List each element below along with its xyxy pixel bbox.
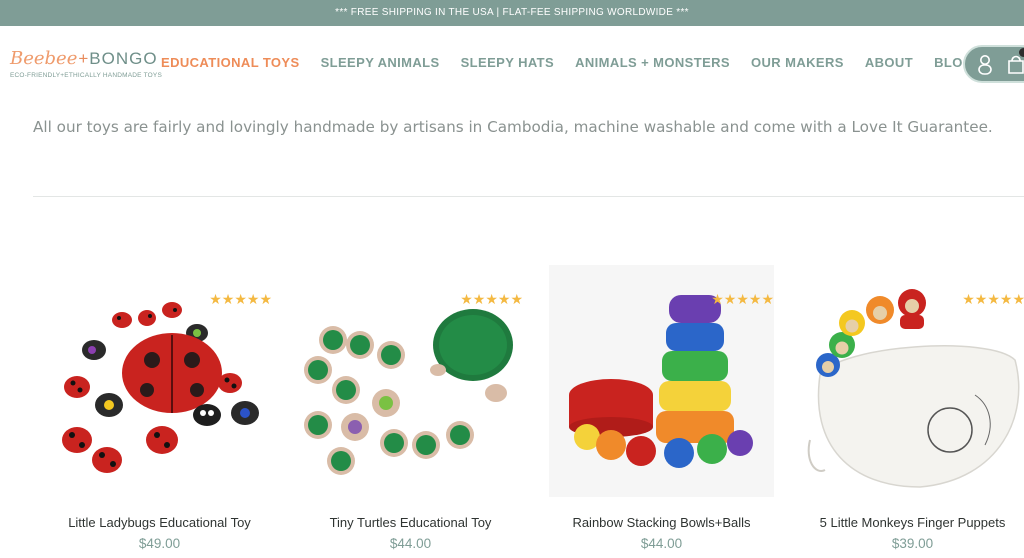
- product-name[interactable]: Rainbow Stacking Bowls+Balls: [529, 515, 794, 530]
- star-icon: ★: [761, 292, 774, 308]
- section-divider: [33, 196, 1024, 197]
- account-cart-pill: [963, 45, 1024, 83]
- site-header: Beebee + BONGO ECO-FRIENDLY+ETHICALLY HA…: [0, 26, 1024, 102]
- star-icon: ★: [999, 292, 1013, 308]
- cart-count-badge: [1019, 48, 1024, 57]
- star-icon: ★: [460, 292, 473, 308]
- product-card[interactable]: ★ ★ ★ ★ ★ 5 Little Monkeys Finger Puppet…: [800, 265, 1024, 558]
- intro-text: All our toys are fairly and lovingly han…: [33, 118, 993, 136]
- star-icon: ★: [485, 292, 498, 308]
- star-icon: ★: [497, 292, 511, 308]
- star-icon: ★: [736, 292, 749, 308]
- rating-stars: ★ ★ ★ ★ ★: [460, 293, 523, 307]
- nav-sleepy-animals[interactable]: SLEEPY ANIMALS: [321, 55, 440, 70]
- logo-tagline: ECO-FRIENDLY+ETHICALLY HANDMADE TOYS: [10, 72, 162, 79]
- rating-stars: ★ ★ ★ ★ ★: [209, 293, 272, 307]
- star-icon: ★: [209, 292, 222, 308]
- product-card[interactable]: ★ ★ ★ ★ ★ Tiny Turtles Educational Toy $…: [298, 265, 523, 558]
- nav-educational-toys[interactable]: EDUCATIONAL TOYS: [161, 55, 300, 70]
- star-icon: ★: [246, 292, 260, 308]
- rating-stars: ★ ★ ★ ★ ★: [711, 293, 774, 307]
- logo-text-plus: +: [78, 49, 89, 68]
- product-price: $44.00: [389, 536, 432, 551]
- product-price: $39.00: [891, 536, 934, 551]
- star-icon: ★: [510, 292, 523, 308]
- star-icon: ★: [1012, 292, 1024, 308]
- nav-animals-monsters[interactable]: ANIMALS + MONSTERS: [575, 55, 730, 70]
- star-icon: ★: [748, 292, 762, 308]
- star-icon: ★: [711, 292, 724, 308]
- star-icon: ★: [974, 292, 988, 308]
- star-icon: ★: [723, 292, 737, 308]
- brand-logo[interactable]: Beebee + BONGO ECO-FRIENDLY+ETHICALLY HA…: [10, 48, 162, 79]
- product-card[interactable]: ★ ★ ★ ★ ★ Little Ladybugs Educational To…: [47, 265, 272, 558]
- star-icon: ★: [472, 292, 486, 308]
- product-card[interactable]: ★ ★ ★ ★ ★ Rainbow Stacking Bowls+Balls $…: [549, 265, 774, 558]
- nav-our-makers[interactable]: OUR MAKERS: [751, 55, 844, 70]
- star-icon: ★: [987, 292, 1000, 308]
- star-icon: ★: [962, 292, 975, 308]
- product-price: $49.00: [138, 536, 181, 551]
- main-nav: EDUCATIONAL TOYS SLEEPY ANIMALS SLEEPY H…: [161, 55, 994, 70]
- logo-text-bongo: BONGO: [89, 49, 158, 68]
- product-price: $44.00: [640, 536, 683, 551]
- star-icon: ★: [259, 292, 272, 308]
- product-name[interactable]: 5 Little Monkeys Finger Puppets: [780, 515, 1024, 530]
- shipping-banner: *** FREE SHIPPING IN THE USA | FLAT-FEE …: [0, 0, 1024, 26]
- rating-stars: ★ ★ ★ ★ ★: [962, 293, 1024, 307]
- nav-about[interactable]: ABOUT: [865, 55, 913, 70]
- nav-sleepy-hats[interactable]: SLEEPY HATS: [461, 55, 555, 70]
- product-name[interactable]: Little Ladybugs Educational Toy: [27, 515, 292, 530]
- user-icon[interactable]: [977, 54, 993, 76]
- product-name[interactable]: Tiny Turtles Educational Toy: [278, 515, 543, 530]
- logo-text-beebee: Beebee: [10, 48, 78, 69]
- star-icon: ★: [234, 292, 247, 308]
- star-icon: ★: [221, 292, 235, 308]
